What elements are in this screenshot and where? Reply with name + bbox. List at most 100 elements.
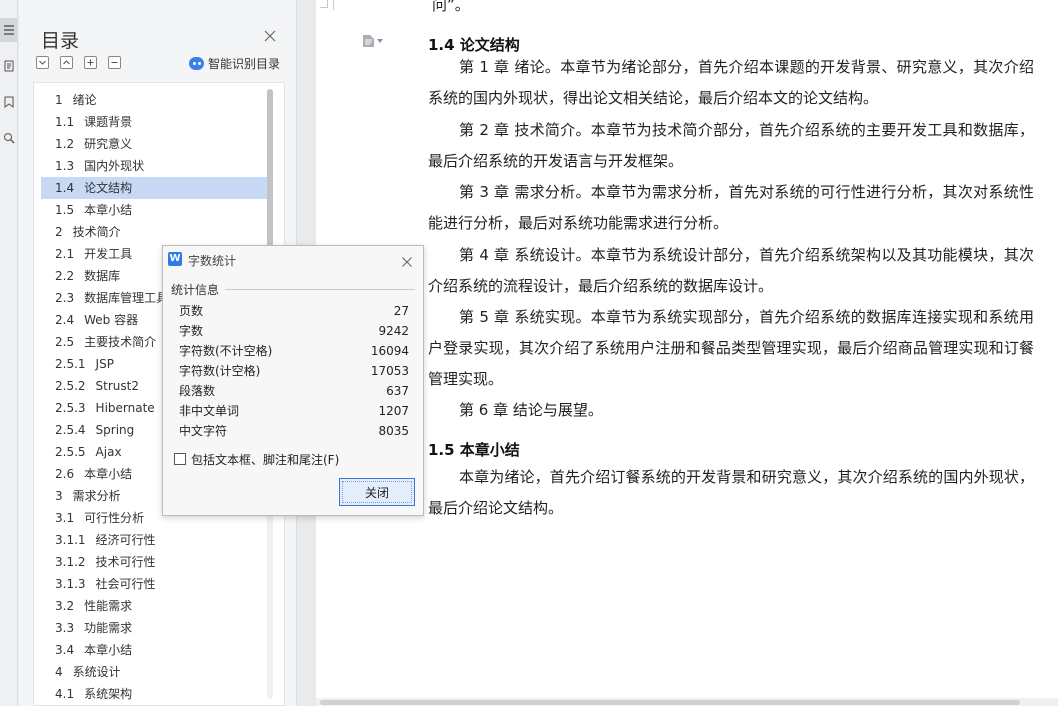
toc-item[interactable]: 2 技术简介 bbox=[41, 221, 267, 243]
toc-item-text: 绪论 bbox=[72, 93, 97, 107]
stat-row: 字数 9242 bbox=[179, 321, 409, 341]
stat-value: 9242 bbox=[378, 324, 409, 338]
toc-item-number: 2.2 bbox=[55, 269, 75, 283]
toc-item-number: 3.1.2 bbox=[55, 555, 86, 569]
toc-item-number: 4 bbox=[55, 665, 63, 679]
toc-item-text: 本章小结 bbox=[84, 643, 133, 657]
toc-item[interactable]: 3.2 性能需求 bbox=[41, 595, 267, 617]
find-icon[interactable] bbox=[0, 126, 17, 150]
page-thumbnail-icon[interactable] bbox=[0, 54, 17, 78]
stat-row: 页数 27 bbox=[179, 301, 409, 321]
smart-toc-button[interactable]: 智能识别目录 bbox=[189, 55, 280, 72]
toc-view-icon[interactable] bbox=[0, 18, 17, 42]
toc-item-number: 2.5.2 bbox=[55, 379, 86, 393]
toc-item-number: 1.4 bbox=[55, 181, 75, 195]
paragraph-chapter-4: 第 4 章 系统设计。本章节为系统设计部分，首先介绍系统架构以及其功能模块，其次… bbox=[428, 246, 1034, 295]
toc-item-number: 2 bbox=[55, 225, 63, 239]
toc-item-number: 2.1 bbox=[55, 247, 75, 261]
horizontal-scrollbar-thumb[interactable] bbox=[320, 700, 1020, 705]
paragraph-chapter-5: 第 5 章 系统实现。本章节为系统实现部分，首先介绍系统的数据库连接实现和系统用… bbox=[428, 308, 1034, 388]
toc-item-number: 3 bbox=[55, 489, 63, 503]
expand-all-icon[interactable] bbox=[84, 56, 97, 69]
toc-item-number: 2.5.4 bbox=[55, 423, 86, 437]
close-button[interactable]: 关闭 bbox=[339, 478, 415, 506]
collapse-level-icon[interactable] bbox=[36, 56, 49, 69]
stat-row: 非中文单词 1207 bbox=[179, 401, 409, 421]
page-corner-mark bbox=[320, 0, 328, 8]
toc-item-text: 数据库管理工具 bbox=[84, 291, 169, 305]
toc-item-text: 本章小结 bbox=[84, 467, 133, 481]
toc-item[interactable]: 1.5 本章小结 bbox=[41, 199, 267, 221]
toc-item-number: 3.1 bbox=[55, 511, 75, 525]
dialog-title: 字数统计 bbox=[188, 254, 237, 268]
toc-item-number: 1 bbox=[55, 93, 63, 107]
toc-item[interactable]: 3.1.1 经济可行性 bbox=[41, 529, 267, 551]
stat-label: 段落数 bbox=[179, 384, 216, 398]
toc-item-text: 可行性分析 bbox=[84, 511, 145, 525]
toc-item-text: 功能需求 bbox=[84, 621, 133, 635]
toc-item-text: 主要技术简介 bbox=[84, 335, 157, 349]
stat-label: 页数 bbox=[179, 304, 204, 318]
stat-label: 字符数(不计空格) bbox=[179, 344, 273, 358]
stat-value: 637 bbox=[386, 384, 409, 398]
toc-item-number: 1.3 bbox=[55, 159, 75, 173]
paragraph-menu-icon[interactable] bbox=[362, 34, 383, 48]
toc-item-number: 2.4 bbox=[55, 313, 75, 327]
toc-item-number: 1.2 bbox=[55, 137, 75, 151]
toc-item[interactable]: 4.1 系统架构 bbox=[41, 683, 267, 705]
expand-level-icon[interactable] bbox=[60, 56, 73, 69]
stat-value: 1207 bbox=[378, 404, 409, 418]
previous-line-fragment: 问”。 bbox=[432, 0, 470, 14]
toc-item-number: 2.5.1 bbox=[55, 357, 86, 371]
toc-scrollbar-thumb[interactable] bbox=[267, 89, 273, 259]
include-textbox-checkbox[interactable] bbox=[174, 453, 186, 465]
bookmark-icon[interactable] bbox=[0, 90, 17, 114]
toc-item-number: 2.5 bbox=[55, 335, 75, 349]
close-icon[interactable] bbox=[401, 253, 413, 267]
toc-item[interactable]: 1.4 论文结构 bbox=[41, 177, 267, 199]
include-textbox-label[interactable]: 包括文本框、脚注和尾注(F) bbox=[191, 451, 339, 468]
toc-item[interactable]: 3.1.2 技术可行性 bbox=[41, 551, 267, 573]
toc-item-text: 研究意义 bbox=[84, 137, 133, 151]
paragraph-summary: 本章为绪论，首先介绍订餐系统的开发背景和研究意义，其次介绍系统的国内外现状，最后… bbox=[428, 468, 1034, 517]
toc-item[interactable]: 3.1.3 社会可行性 bbox=[41, 573, 267, 595]
toc-item-text: 技术简介 bbox=[72, 225, 121, 239]
toc-item-text: 数据库 bbox=[84, 269, 121, 283]
toc-toolbar bbox=[36, 56, 121, 69]
word-count-dialog: W 字数统计 统计信息 页数 27 字数 9242 字符数(不计空格) 16094 字符数(… bbox=[162, 245, 424, 516]
toc-item-number: 3.4 bbox=[55, 643, 75, 657]
toc-item-number: 1.1 bbox=[55, 115, 75, 129]
toc-item-text: 社会可行性 bbox=[95, 577, 156, 591]
toc-item-number: 2.5.5 bbox=[55, 445, 86, 459]
toc-item[interactable]: 3.3 功能需求 bbox=[41, 617, 267, 639]
toc-item-text: JSP bbox=[95, 357, 114, 371]
paragraph-chapter-6: 第 6 章 结论与展望。 bbox=[459, 401, 603, 419]
toc-item[interactable]: 3.4 本章小结 bbox=[41, 639, 267, 661]
toc-item-text: 需求分析 bbox=[72, 489, 121, 503]
toc-item[interactable]: 4 系统设计 bbox=[41, 661, 267, 683]
toc-item[interactable]: 1.1 课题背景 bbox=[41, 111, 267, 133]
stat-label: 字数 bbox=[179, 324, 204, 338]
toc-item-number: 4.1 bbox=[55, 687, 75, 701]
toc-item[interactable]: 1 绪论 bbox=[41, 89, 267, 111]
toc-item-text: 技术可行性 bbox=[95, 555, 156, 569]
collapse-all-icon[interactable] bbox=[108, 56, 121, 69]
smart-assistant-icon bbox=[189, 57, 204, 70]
toc-item-text: 性能需求 bbox=[84, 599, 133, 613]
toc-item-text: 课题背景 bbox=[84, 115, 133, 129]
toc-item-number: 1.5 bbox=[55, 203, 75, 217]
toc-item-number: 3.2 bbox=[55, 599, 75, 613]
toc-item[interactable]: 1.3 国内外现状 bbox=[41, 155, 267, 177]
toc-item-text: 国内外现状 bbox=[84, 159, 145, 173]
close-icon[interactable] bbox=[263, 28, 277, 42]
toc-item-number: 2.6 bbox=[55, 467, 75, 481]
stats-group-label: 统计信息 bbox=[171, 281, 224, 298]
toc-item-number: 3.1.3 bbox=[55, 577, 86, 591]
toc-item[interactable]: 1.2 研究意义 bbox=[41, 133, 267, 155]
toc-item-text: 开发工具 bbox=[84, 247, 133, 261]
stat-label: 非中文单词 bbox=[179, 404, 240, 418]
left-icon-strip bbox=[0, 0, 18, 706]
toc-item-text: 本章小结 bbox=[84, 203, 133, 217]
toc-item-text: 经济可行性 bbox=[95, 533, 156, 547]
stat-value: 17053 bbox=[370, 364, 409, 378]
